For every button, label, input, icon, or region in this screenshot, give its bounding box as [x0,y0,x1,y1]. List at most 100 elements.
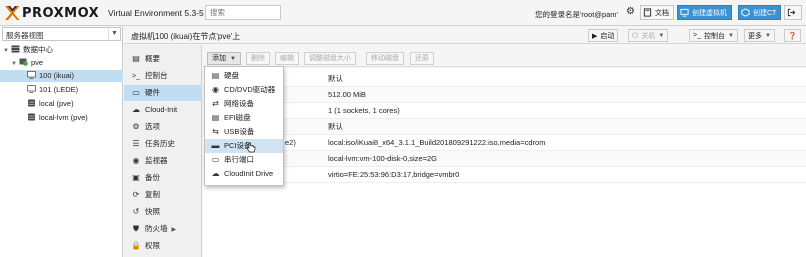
storage-icon [28,99,35,107]
chevron-down-icon: ▼ [108,28,120,40]
play-icon: ▶ [592,32,598,40]
menu-item-task-history[interactable]: ☰ 任务历史 [124,136,202,152]
cloudinit-drive-icon: ☁ [211,169,220,178]
start-button[interactable]: ▶ 启动 [588,29,619,42]
menu-item-console[interactable]: >_ 控制台 [124,68,202,84]
menu-item-pci[interactable]: ▬ PCI设备 [205,139,283,153]
menu-item-harddisk[interactable]: ▤ 硬盘 [205,69,283,83]
tree-item-storage-local-lvm[interactable]: local-lvm (pve) [0,112,123,124]
menu-item-hardware[interactable]: ▭ 硬件 [124,85,202,101]
options-icon: ⚙ [132,122,140,131]
menu-item-usb[interactable]: ⇆ USB设备 [205,125,283,139]
edit-button[interactable]: 编辑 [275,52,299,65]
remove-button[interactable]: 删除 [246,52,270,65]
console-icon: >_ [132,73,140,80]
tree-item-datacenter[interactable]: ▼ 数据中心 [0,44,123,56]
table-row[interactable]: virtio=FE:25:53:96:D3:17,bridge=vmbr0 [203,167,806,183]
login-info: 您的登录名是'root@pam' [535,10,618,19]
snapshot-icon: ↺ [132,207,140,216]
top-bar: PROXMOX Virtual Environment 5.3-5 您的登录名是… [0,0,806,26]
table-row[interactable]: e2) local:iso/iKuai8_x64_3.1.1_Build2018… [203,135,806,151]
shutdown-button[interactable]: ⏻ 关机 ▼ [628,29,669,42]
chevron-down-icon: ▼ [765,32,771,39]
menu-item-serial-port[interactable]: ▭ 串行端口 [205,153,283,167]
page-title: 虚拟机100 (ikuai)在节点'pve'上 [131,32,241,41]
console-button[interactable]: >_ 控制台 ▼ [689,29,738,42]
gear-icon[interactable]: ⚙ [626,7,636,17]
serial-port-icon: ▭ [211,155,220,164]
menu-item-network[interactable]: ⇄ 网络设备 [205,97,283,111]
chevron-right-icon: ▶ [171,227,177,233]
tree-item-storage-local[interactable]: local (pve) [0,98,123,110]
tree-item-node-pve[interactable]: ▼ pve [0,57,123,69]
menu-item-summary[interactable]: ▤ 概要 [124,51,202,67]
brand-name: PROXMOX [22,5,100,21]
table-row[interactable]: 默认 [203,119,806,135]
menu-item-cloud-init[interactable]: ☁ Cloud-Init [124,102,202,118]
move-disk-button[interactable]: 移动磁盘 [366,52,404,65]
menu-item-replication[interactable]: ⟳ 复制 [124,187,202,203]
chevron-down-icon: ▼ [230,56,236,62]
menu-item-options[interactable]: ⚙ 选项 [124,119,202,135]
revert-button[interactable]: 还原 [410,52,434,65]
summary-icon: ▤ [132,54,140,63]
efi-disk-icon: ▤ [211,113,220,122]
cloud-icon: ☁ [132,105,140,114]
create-ct-button[interactable]: 创建CT [738,5,782,20]
usb-icon: ⇆ [212,127,219,136]
monitor-icon [680,8,689,17]
hardware-icon: ▭ [132,88,140,97]
help-icon: ❓ [788,32,797,40]
menu-item-snapshot[interactable]: ↺ 快照 [124,204,202,220]
tree-item-vm-101[interactable]: 101 (LEDE) [0,84,123,96]
node-icon [19,58,28,66]
create-vm-button[interactable]: 创建虚拟机 [677,5,732,20]
add-button[interactable]: 添加 ▼ [207,52,241,65]
table-row[interactable]: 512.00 MiB [203,87,806,103]
menu-item-monitor[interactable]: ◉ 监视器 [124,153,202,169]
vm-side-menu: ▤ 概要 >_ 控制台 ▭ 硬件 ☁ Cloud-Init ⚙ 选项 ☰ 任务历史 ◉ 监视器… [124,45,202,257]
logout-button[interactable]: 注销 [784,5,802,20]
replicate-icon: ⟳ [132,190,140,199]
resize-disk-button[interactable]: 调整磁盘大小 [304,52,356,65]
table-row[interactable]: local-lvm:vm-100-disk-0,size=2G [203,151,806,167]
menu-item-cdrom[interactable]: ◉ CD/DVD驱动器 [205,83,283,97]
menu-item-firewall[interactable]: ⛊ 防火墙 ▶ [124,221,202,237]
tree-item-vm-100[interactable]: 100 (ikuai) [0,70,123,82]
firewall-icon: ⛊ [133,224,139,233]
add-hardware-menu: ▤ 硬盘 ◉ CD/DVD驱动器 ⇄ 网络设备 ▤ EFI磁盘 ⇆ USB设备 ▬ PCI设… [204,66,284,186]
storage-icon [28,113,35,121]
chevron-down-icon: ▼ [658,32,665,39]
vm-header: 虚拟机100 (ikuai)在节点'pve'上 ▶ 启动 ⏻ 关机 ▼ >_ 控… [124,27,806,44]
harddisk-icon: ▤ [211,71,220,80]
collapse-icon[interactable]: ▼ [11,58,19,70]
vm-icon [27,71,36,79]
menu-item-cloudinit-drive[interactable]: ☁ CloudInit Drive [205,167,283,181]
cdrom-icon: ◉ [212,85,219,94]
permissions-icon: 🔒 [131,241,141,250]
menu-item-efi-disk[interactable]: ▤ EFI磁盘 [205,111,283,125]
table-row[interactable]: 1 (1 sockets, 1 cores) [203,103,806,119]
menu-item-backup[interactable]: ▣ 备份 [124,170,202,186]
hand-cursor-icon [246,142,256,153]
power-icon: ⏻ [632,30,639,40]
terminal-icon: >_ [693,32,701,39]
version-label: Virtual Environment 5.3-5 [108,8,204,18]
more-button[interactable]: 更多 ▼ [744,29,775,42]
menu-item-permissions[interactable]: 🔒 权限 [124,238,202,254]
table-row[interactable]: 默认 [203,71,806,87]
cube-icon [741,8,750,17]
vm-icon [27,85,36,93]
docs-button[interactable]: 文档 [640,5,674,20]
backup-icon: ▣ [132,173,140,182]
view-selector[interactable]: 服务器视图 ▼ [2,27,121,41]
book-icon [643,8,652,17]
search-input[interactable] [205,5,281,20]
help-button[interactable]: ❓ [784,29,801,42]
hardware-table: 默认 512.00 MiB 1 (1 sockets, 1 cores) 默认 … [203,68,806,257]
collapse-icon[interactable]: ▼ [3,45,11,57]
monitor-icon: ◉ [132,156,140,165]
task-history-icon: ☰ [132,139,140,148]
datacenter-icon [11,45,20,53]
proxmox-logo: PROXMOX [4,5,99,21]
